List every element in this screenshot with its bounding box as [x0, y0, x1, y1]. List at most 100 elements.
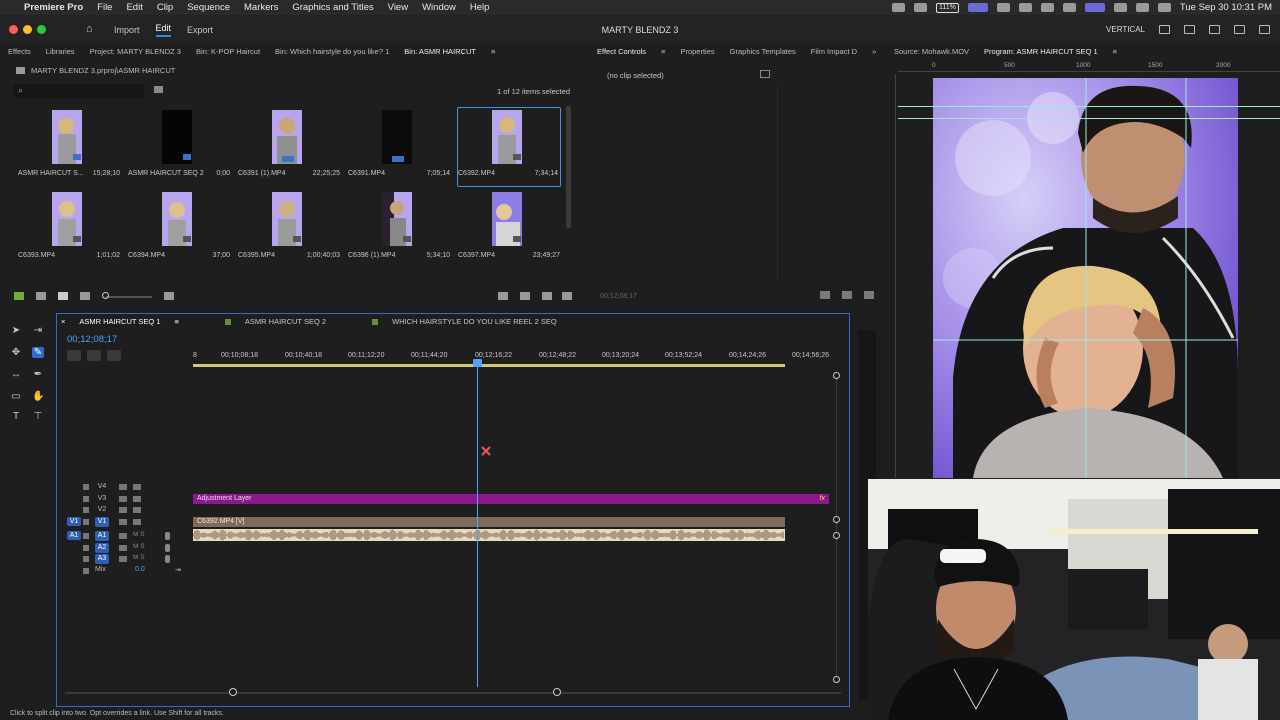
icon-view-icon[interactable]: [58, 292, 68, 300]
share-icon[interactable]: [1184, 25, 1195, 34]
track-name[interactable]: V4: [95, 482, 109, 492]
menu-graphics-titles[interactable]: Graphics and Titles: [292, 2, 373, 13]
play-audio-icon[interactable]: [842, 291, 852, 299]
bin-search-input[interactable]: ⌕: [14, 84, 144, 98]
mute-solo-buttons[interactable]: M S: [133, 554, 145, 561]
volume-icon[interactable]: [1062, 3, 1076, 12]
playhead-timecode[interactable]: 00;12;08;17: [67, 334, 117, 345]
tab-graphics-templates[interactable]: Graphics Templates: [730, 47, 796, 56]
hand-tool-icon[interactable]: ✋: [32, 391, 44, 402]
status-icon[interactable]: [892, 3, 906, 12]
mic-icon[interactable]: [165, 543, 170, 552]
video-clip[interactable]: C6392.MP4 [V]: [193, 517, 785, 527]
bin-item[interactable]: C6394.MP4 37;00: [128, 190, 232, 270]
status-icon[interactable]: [996, 3, 1010, 12]
scroll-knob-top[interactable]: [833, 372, 840, 379]
playhead-line[interactable]: [477, 361, 478, 687]
panel-menu-icon[interactable]: ≡: [175, 317, 179, 326]
panel-menu-icon[interactable]: ≡: [661, 47, 665, 56]
tab-properties[interactable]: Properties: [680, 47, 714, 56]
scroll-knob[interactable]: [833, 532, 840, 539]
sync-lock-icon[interactable]: [119, 544, 127, 551]
workspace-selector[interactable]: VERTICAL: [1106, 25, 1145, 34]
menubar-clock[interactable]: Tue Sep 30 10:31 PM: [1180, 2, 1272, 13]
bin-item[interactable]: C6391.MP4 7;05;14: [348, 108, 452, 188]
trash-icon[interactable]: [562, 292, 572, 300]
more-tabs-icon[interactable]: »: [872, 47, 876, 56]
status-icon[interactable]: [1018, 3, 1032, 12]
track-name[interactable]: V1: [95, 516, 109, 527]
thumbnail-size-slider[interactable]: [106, 296, 152, 298]
screen-mirroring-icon[interactable]: [1084, 3, 1105, 12]
track-name[interactable]: V3: [95, 494, 109, 504]
sync-lock-icon[interactable]: [119, 484, 127, 490]
tab-sequence-1[interactable]: × ASMR HAIRCUT SEQ 1 ≡: [61, 317, 179, 326]
fx-badge[interactable]: fx: [820, 494, 825, 504]
add-marker-icon[interactable]: [127, 350, 141, 361]
timeline-zoom-scrollbar[interactable]: [65, 688, 841, 698]
bin-item[interactable]: C6396 (1).MP4 5;34;10: [348, 190, 452, 270]
eye-icon[interactable]: [133, 484, 141, 490]
minimize-window-button[interactable]: [23, 25, 32, 34]
timeline-vertical-scrollbar[interactable]: [833, 372, 840, 683]
search-icon[interactable]: [1234, 25, 1245, 34]
wifi-icon[interactable]: [1113, 3, 1127, 12]
snap-icon[interactable]: [87, 350, 101, 361]
sync-lock-icon[interactable]: [119, 518, 127, 525]
lock-icon[interactable]: [83, 544, 89, 551]
type-tool-icon[interactable]: T: [10, 411, 22, 422]
program-video-frame[interactable]: [933, 78, 1238, 478]
tab-sequence-2[interactable]: ASMR HAIRCUT SEQ 2: [224, 317, 326, 326]
lock-icon[interactable]: [83, 484, 89, 490]
menu-sequence[interactable]: Sequence: [187, 2, 230, 13]
stage-manager-icon[interactable]: [967, 3, 988, 12]
menu-markers[interactable]: Markers: [244, 2, 278, 13]
filter-icon[interactable]: [820, 291, 830, 299]
tab-source[interactable]: Source: Mohawk.MOV: [894, 47, 969, 56]
panel-menu-icon[interactable]: ≡: [1113, 47, 1117, 56]
linked-selection-icon[interactable]: [107, 350, 121, 361]
tab-bin-hairstyle[interactable]: Bin: Which hairstyle do you like? 1: [275, 47, 389, 56]
bin-item[interactable]: C6391 (1).MP4 22;25;25: [238, 108, 342, 188]
slip-tool-icon[interactable]: ↔: [10, 369, 22, 380]
eye-icon[interactable]: [133, 495, 141, 502]
tab-film-impact[interactable]: Film Impact D: [811, 47, 857, 56]
adjustment-layer-clip[interactable]: Adjustment Layer fx: [193, 494, 829, 504]
selection-tool-icon[interactable]: ➤: [10, 325, 22, 336]
close-icon[interactable]: ×: [61, 317, 65, 326]
bin-scrollbar[interactable]: [566, 106, 571, 228]
mute-solo-buttons[interactable]: M S: [133, 543, 145, 550]
list-view-icon[interactable]: [36, 292, 46, 300]
bin-item[interactable]: ASMR HAIRCUT SEQ 2 0;00: [128, 108, 232, 188]
bin-item[interactable]: C6395.MP4 1;00;40;03: [238, 190, 342, 270]
captions-icon[interactable]: [167, 350, 181, 361]
insert-sequence-icon[interactable]: [67, 350, 81, 361]
sync-lock-icon[interactable]: [119, 507, 127, 513]
sync-lock-icon[interactable]: [119, 533, 127, 539]
control-center-icon[interactable]: [1135, 3, 1149, 12]
mix-volume-value[interactable]: 0.0: [135, 566, 145, 573]
battery-indicator[interactable]: 111%: [936, 2, 959, 13]
mic-icon[interactable]: [165, 532, 170, 540]
skip-end-icon[interactable]: ⇥: [175, 566, 181, 574]
tab-import[interactable]: Import: [114, 25, 140, 35]
tab-bin-kpop[interactable]: Bin: K-POP Haircut: [196, 47, 260, 56]
scroll-knob-bottom[interactable]: [833, 676, 840, 683]
status-icon[interactable]: [914, 3, 928, 12]
caption-tool-icon[interactable]: ⊤: [32, 411, 44, 422]
thumbnail-size-knob[interactable]: [102, 292, 109, 299]
eye-icon[interactable]: [133, 518, 141, 525]
fullscreen-icon[interactable]: [1159, 25, 1170, 34]
zoom-handle-left[interactable]: [229, 688, 237, 696]
bin-item[interactable]: C6397.MP4 23;49;27: [458, 190, 562, 270]
wrench-icon[interactable]: [147, 350, 161, 361]
ripple-edit-tool-icon[interactable]: ✥: [10, 347, 22, 358]
source-patch-v1[interactable]: V1: [67, 516, 81, 526]
bin-item-selected[interactable]: C6392.MP4 7;34;14: [457, 107, 561, 187]
sort-icon[interactable]: [164, 292, 174, 300]
work-area-bar[interactable]: [193, 364, 785, 367]
tab-sequence-3[interactable]: WHICH HAIRSTYLE DO YOU LIKE REEL 2 SEQ: [372, 317, 557, 326]
audio-clip[interactable]: [193, 529, 785, 541]
tab-program[interactable]: Program: ASMR HAIRCUT SEQ 1: [984, 47, 1098, 56]
mute-solo-buttons[interactable]: M S: [133, 531, 145, 538]
